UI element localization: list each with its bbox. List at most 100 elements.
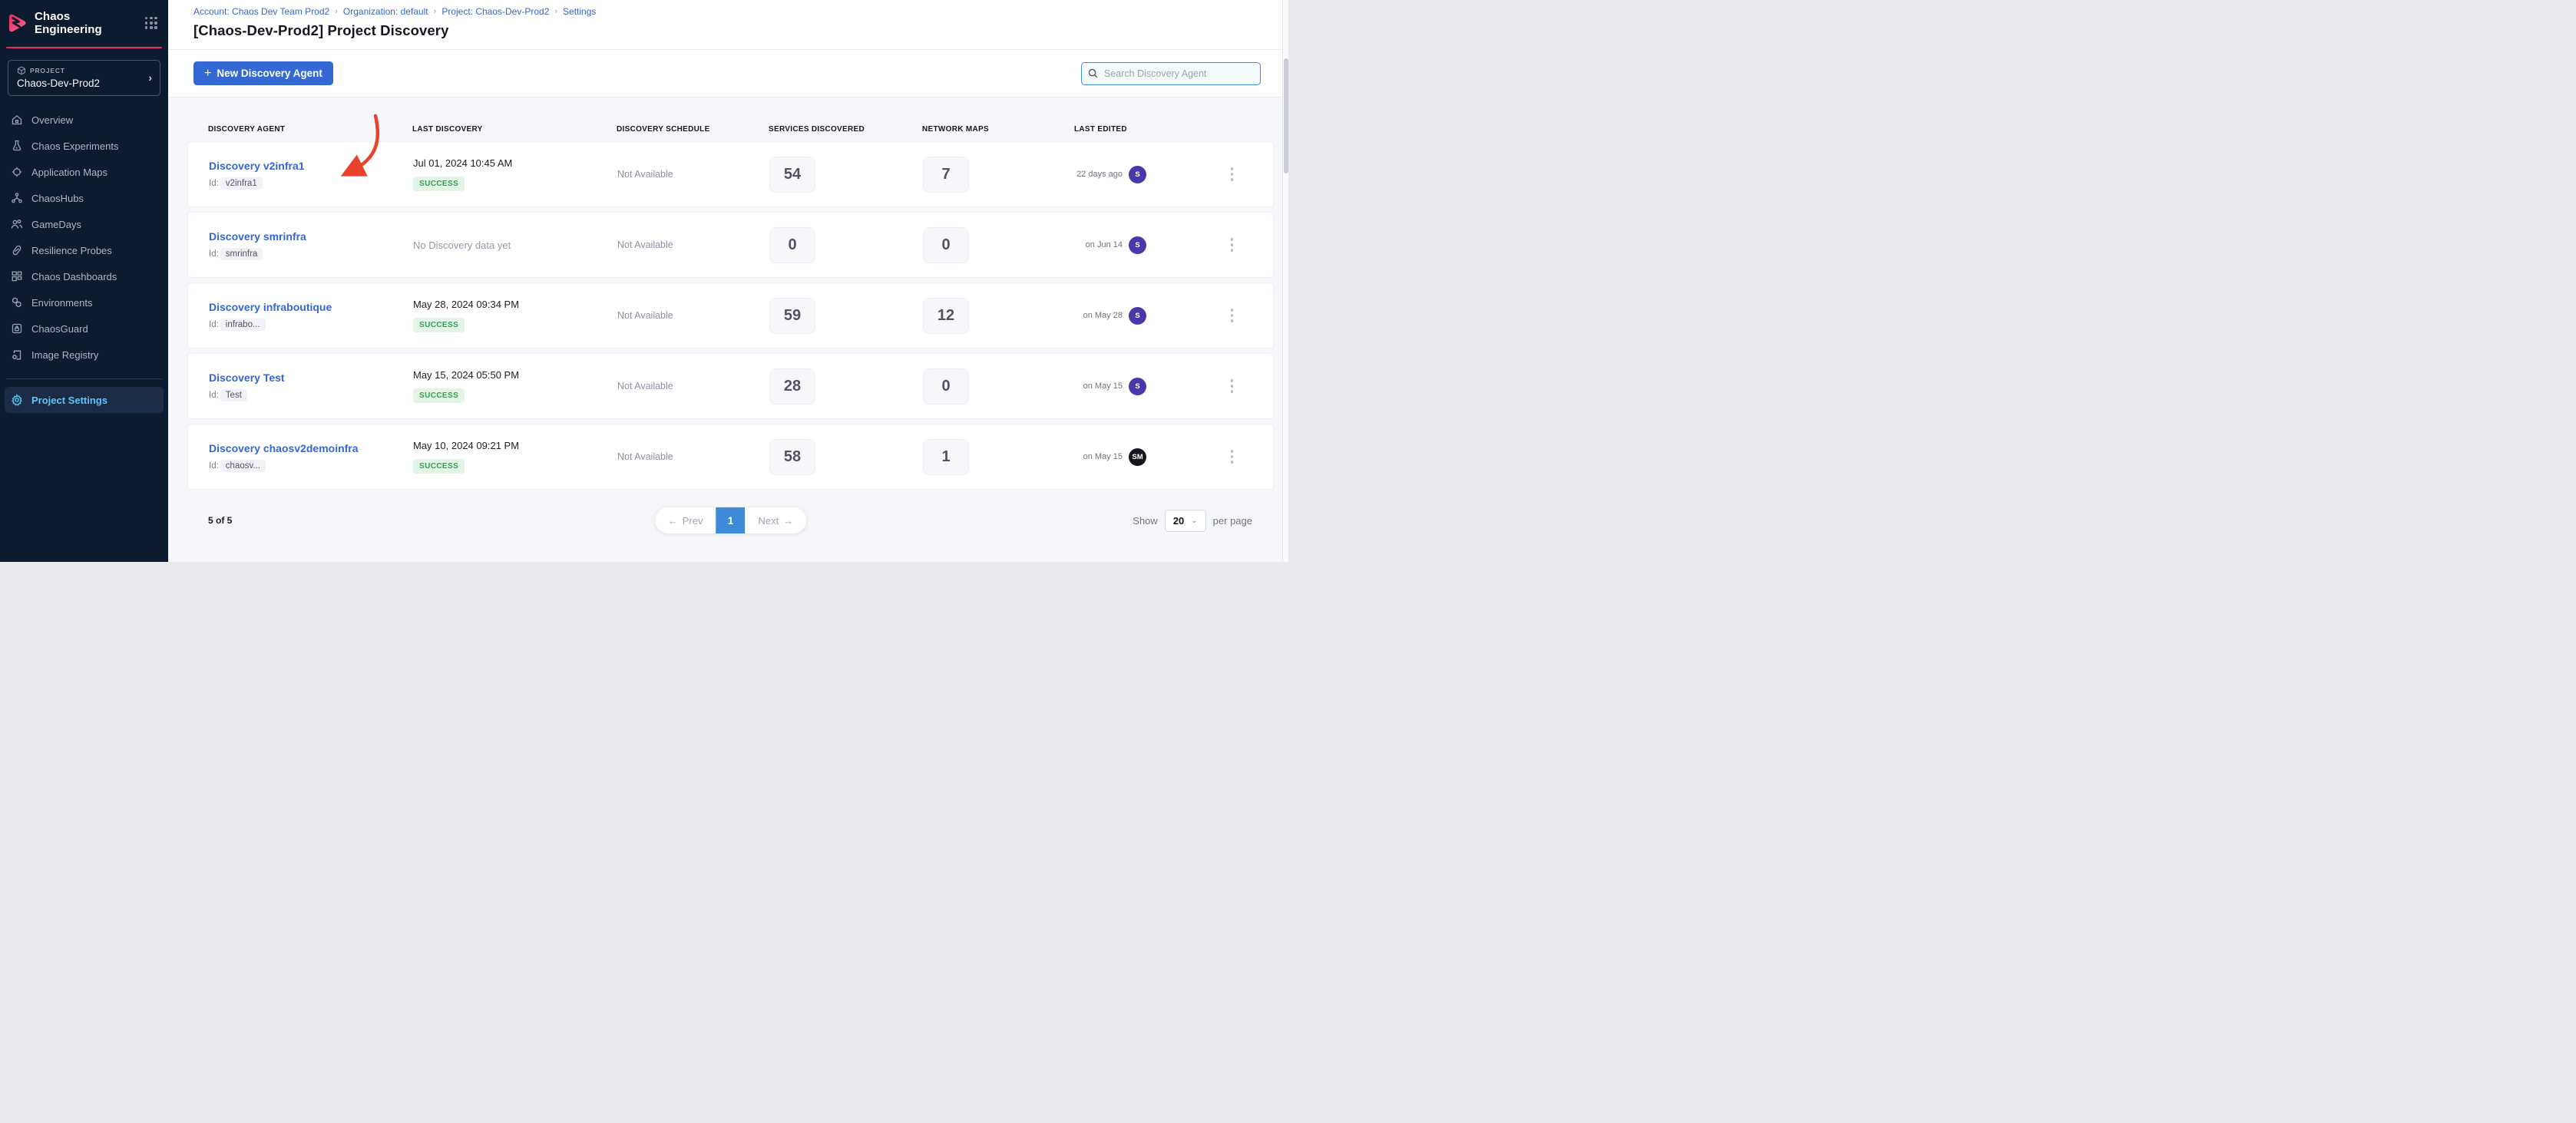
discovery-schedule: Not Available (617, 381, 673, 391)
prev-label: Prev (683, 515, 703, 527)
sidebar-item-overview[interactable]: Overview (0, 107, 168, 133)
row-count: 5 of 5 (208, 515, 232, 526)
row-menu-icon[interactable] (1228, 447, 1237, 467)
agent-id-pill: smrinfra (220, 248, 263, 260)
discovery-agent-link[interactable]: Discovery chaosv2demoinfra (209, 442, 359, 454)
id-label: Id: (209, 391, 219, 400)
breadcrumb: Account: Chaos Dev Team Prod2 › Organiza… (193, 6, 1273, 17)
sidebar-item-label: Chaos Experiments (31, 140, 118, 152)
new-discovery-agent-label: New Discovery Agent (217, 68, 322, 79)
dashboard-icon (11, 270, 23, 282)
breadcrumb-settings[interactable]: Settings (563, 6, 596, 17)
services-discovered-count: 28 (769, 368, 815, 405)
main-content: Account: Chaos Dev Team Prod2 › Organiza… (168, 0, 1288, 562)
sidebar-item-project-settings[interactable]: Project Settings (5, 387, 164, 413)
discovery-schedule: Not Available (617, 451, 673, 462)
last-discovery-date: May 10, 2024 09:21 PM (413, 440, 617, 451)
sidebar-divider (6, 378, 162, 379)
avatar[interactable]: S (1129, 236, 1146, 254)
new-discovery-agent-button[interactable]: + New Discovery Agent (193, 61, 333, 85)
app-grid-icon[interactable] (145, 17, 157, 29)
discovery-agent-table: DISCOVERY AGENT LAST DISCOVERY DISCOVERY… (168, 97, 1288, 562)
sidebar-item-application-maps[interactable]: Application Maps (0, 159, 168, 185)
chevron-right-icon: › (434, 7, 437, 16)
registry-gear-icon (11, 348, 23, 361)
sidebar-item-chaos-experiments[interactable]: Chaos Experiments (0, 133, 168, 159)
sidebar-item-chaosguard[interactable]: ChaosGuard (0, 315, 168, 342)
sidebar-item-label: Resilience Probes (31, 245, 112, 256)
avatar[interactable]: S (1129, 166, 1146, 183)
row-menu-icon[interactable] (1228, 306, 1237, 325)
users-icon (11, 218, 23, 230)
id-label: Id: (209, 461, 219, 471)
last-edited-text: on May 28 (1075, 311, 1123, 320)
discovery-agent-link[interactable]: Discovery v2infra1 (209, 160, 305, 172)
discovery-schedule: Not Available (617, 239, 673, 250)
project-selector[interactable]: PROJECT Chaos-Dev-Prod2 › (8, 60, 160, 96)
sidebar-item-label: Chaos Dashboards (31, 271, 117, 282)
chaos-engineering-app: Chaos Engineering PROJECT Chaos-Dev-Prod… (0, 0, 1288, 562)
breadcrumb-project[interactable]: Project: Chaos-Dev-Prod2 (441, 6, 549, 17)
agent-id-pill: chaosv... (220, 460, 266, 472)
next-page-button[interactable]: Next → (746, 507, 807, 533)
avatar[interactable]: S (1129, 378, 1146, 395)
scrollbar-thumb[interactable] (1284, 58, 1288, 173)
column-header-discovery-agent: DISCOVERY AGENT (208, 125, 412, 134)
sidebar-item-resilience-probes[interactable]: Resilience Probes (0, 237, 168, 263)
sidebar-item-label: Environments (31, 297, 92, 309)
services-discovered-count: 54 (769, 157, 815, 193)
sidebar-nav: Overview Chaos Experiments Application M… (0, 107, 168, 413)
status-badge: SUCCESS (413, 318, 465, 332)
show-label: Show (1133, 515, 1158, 527)
search-discovery-agent-input[interactable] (1081, 62, 1261, 85)
network-maps-count: 0 (923, 368, 969, 405)
plus-icon: + (204, 68, 211, 80)
column-header-discovery-schedule: DISCOVERY SCHEDULE (617, 125, 769, 134)
sidebar-item-label: Overview (31, 114, 73, 126)
status-badge: SUCCESS (413, 459, 465, 474)
flask-icon (11, 140, 23, 152)
table-row: Discovery v2infra1 Id:v2infra1 Jul 01, 2… (187, 141, 1274, 207)
services-discovered-count: 59 (769, 298, 815, 334)
row-menu-icon[interactable] (1228, 164, 1237, 184)
column-header-last-edited: LAST EDITED (1074, 125, 1274, 134)
sidebar-item-chaos-dashboards[interactable]: Chaos Dashboards (0, 263, 168, 289)
last-discovery-date: May 28, 2024 09:34 PM (413, 299, 617, 310)
sidebar-item-label: Project Settings (31, 395, 107, 406)
project-label: PROJECT (30, 67, 65, 74)
breadcrumb-account[interactable]: Account: Chaos Dev Team Prod2 (193, 6, 329, 17)
sidebar-item-gamedays[interactable]: GameDays (0, 211, 168, 237)
network-maps-count: 1 (923, 439, 969, 475)
arrow-left-icon: ← (668, 515, 678, 527)
breadcrumb-organization[interactable]: Organization: default (343, 6, 428, 17)
brand-row: Chaos Engineering (0, 0, 168, 44)
discovery-agent-link[interactable]: Discovery smrinfra (209, 230, 306, 243)
table-row: Discovery infraboutique Id:infrabo... Ma… (187, 282, 1274, 348)
last-edited-text: on May 15 (1075, 381, 1123, 391)
prev-page-button[interactable]: ← Prev (655, 507, 716, 533)
vertical-scrollbar[interactable] (1282, 0, 1288, 562)
page-title: [Chaos-Dev-Prod2] Project Discovery (193, 22, 1273, 39)
discovery-agent-link[interactable]: Discovery Test (209, 372, 285, 384)
services-discovered-count: 0 (769, 227, 815, 263)
sidebar-item-label: GameDays (31, 219, 81, 230)
chevron-down-icon: ⌄ (1191, 517, 1197, 525)
sidebar-item-image-registry[interactable]: Image Registry (0, 342, 168, 368)
app-title: Chaos Engineering (35, 10, 138, 36)
row-menu-icon[interactable] (1228, 376, 1237, 396)
current-page-button[interactable]: 1 (716, 507, 746, 533)
discovery-schedule: Not Available (617, 310, 673, 321)
sidebar-item-environments[interactable]: Environments (0, 289, 168, 315)
hexagons-icon (11, 296, 23, 309)
page-size-select[interactable]: 20 ⌄ (1165, 510, 1206, 532)
discovery-agent-link[interactable]: Discovery infraboutique (209, 301, 332, 313)
avatar[interactable]: S (1129, 307, 1146, 325)
agent-id-pill: Test (220, 389, 247, 401)
id-label: Id: (209, 179, 219, 188)
sidebar-item-chaoshubs[interactable]: ChaosHubs (0, 185, 168, 211)
row-menu-icon[interactable] (1228, 235, 1237, 255)
column-header-network-maps: NETWORK MAPS (922, 125, 1074, 134)
avatar[interactable]: SM (1129, 448, 1146, 466)
status-badge: SUCCESS (413, 388, 465, 403)
accent-divider (6, 47, 162, 48)
